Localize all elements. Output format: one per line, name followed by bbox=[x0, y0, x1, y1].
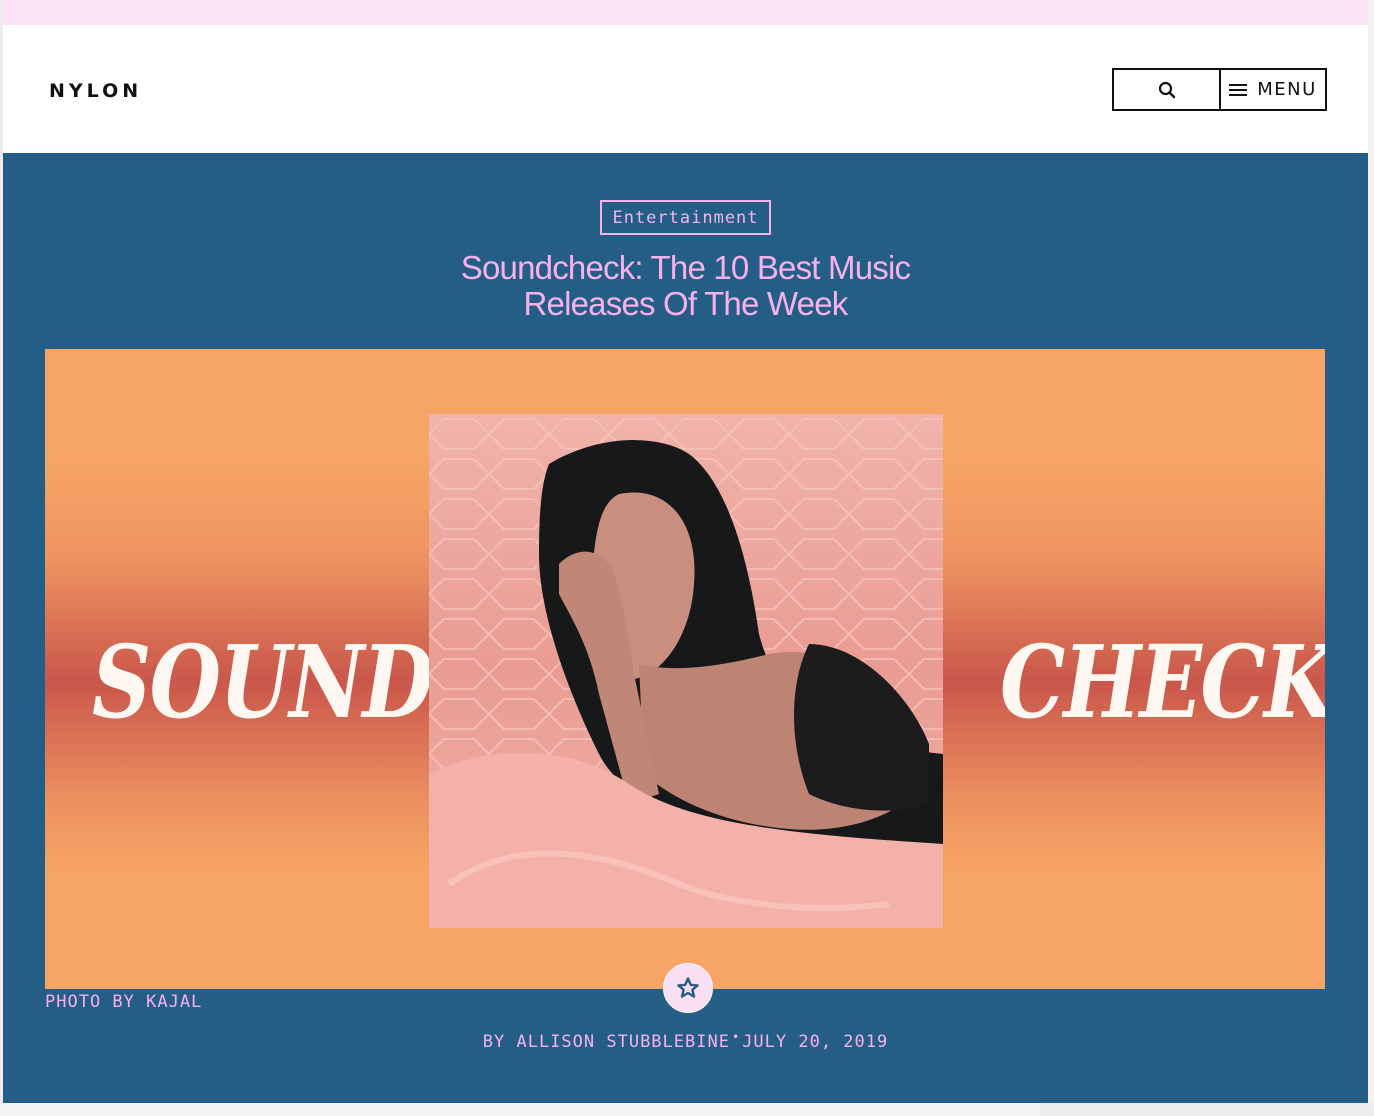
hero-word-sound: SOUND bbox=[92, 623, 434, 741]
bottom-edge bbox=[0, 1103, 1374, 1116]
byline-separator: • bbox=[731, 1030, 741, 1044]
article-title: Soundcheck: The 10 Best Music Releases O… bbox=[383, 250, 988, 322]
byline-prefix: BY bbox=[482, 1032, 506, 1052]
article-title-line-2: Releases Of The Week bbox=[523, 285, 849, 322]
search-button[interactable] bbox=[1114, 70, 1221, 109]
save-star-button[interactable] bbox=[663, 963, 713, 1013]
publish-date: JULY 20, 2019 bbox=[742, 1032, 889, 1052]
article-hero: Entertainment Soundcheck: The 10 Best Mu… bbox=[3, 153, 1368, 1103]
article-byline: BY ALLISON STUBBLEBINE • JULY 20, 2019 bbox=[3, 1030, 1368, 1052]
hamburger-menu-icon bbox=[1229, 83, 1248, 96]
menu-label: MENU bbox=[1257, 79, 1317, 100]
site-header: NYLON MENU bbox=[3, 25, 1368, 153]
album-cover-photo bbox=[429, 414, 943, 928]
bottom-edge-segment bbox=[1040, 1103, 1374, 1116]
star-icon bbox=[677, 977, 699, 998]
author-link[interactable]: ALLISON STUBBLEBINE bbox=[516, 1032, 729, 1052]
top-banner-strip bbox=[0, 0, 1368, 25]
menu-button[interactable]: MENU bbox=[1221, 70, 1325, 109]
photo-credit: PHOTO BY KAJAL bbox=[45, 992, 203, 1012]
hero-word-check: CHECK bbox=[1000, 623, 1325, 741]
category-tag[interactable]: Entertainment bbox=[600, 200, 771, 235]
album-cover-illustration bbox=[429, 414, 943, 928]
article-title-line-1: Soundcheck: The 10 Best Music bbox=[460, 249, 911, 286]
search-icon bbox=[1158, 81, 1175, 98]
scrollbar-track[interactable] bbox=[1368, 0, 1374, 1116]
nylon-logo[interactable]: NYLON bbox=[49, 80, 142, 102]
hero-image: SOUND CHECK bbox=[45, 349, 1325, 989]
nav-controls: MENU bbox=[1112, 68, 1327, 111]
